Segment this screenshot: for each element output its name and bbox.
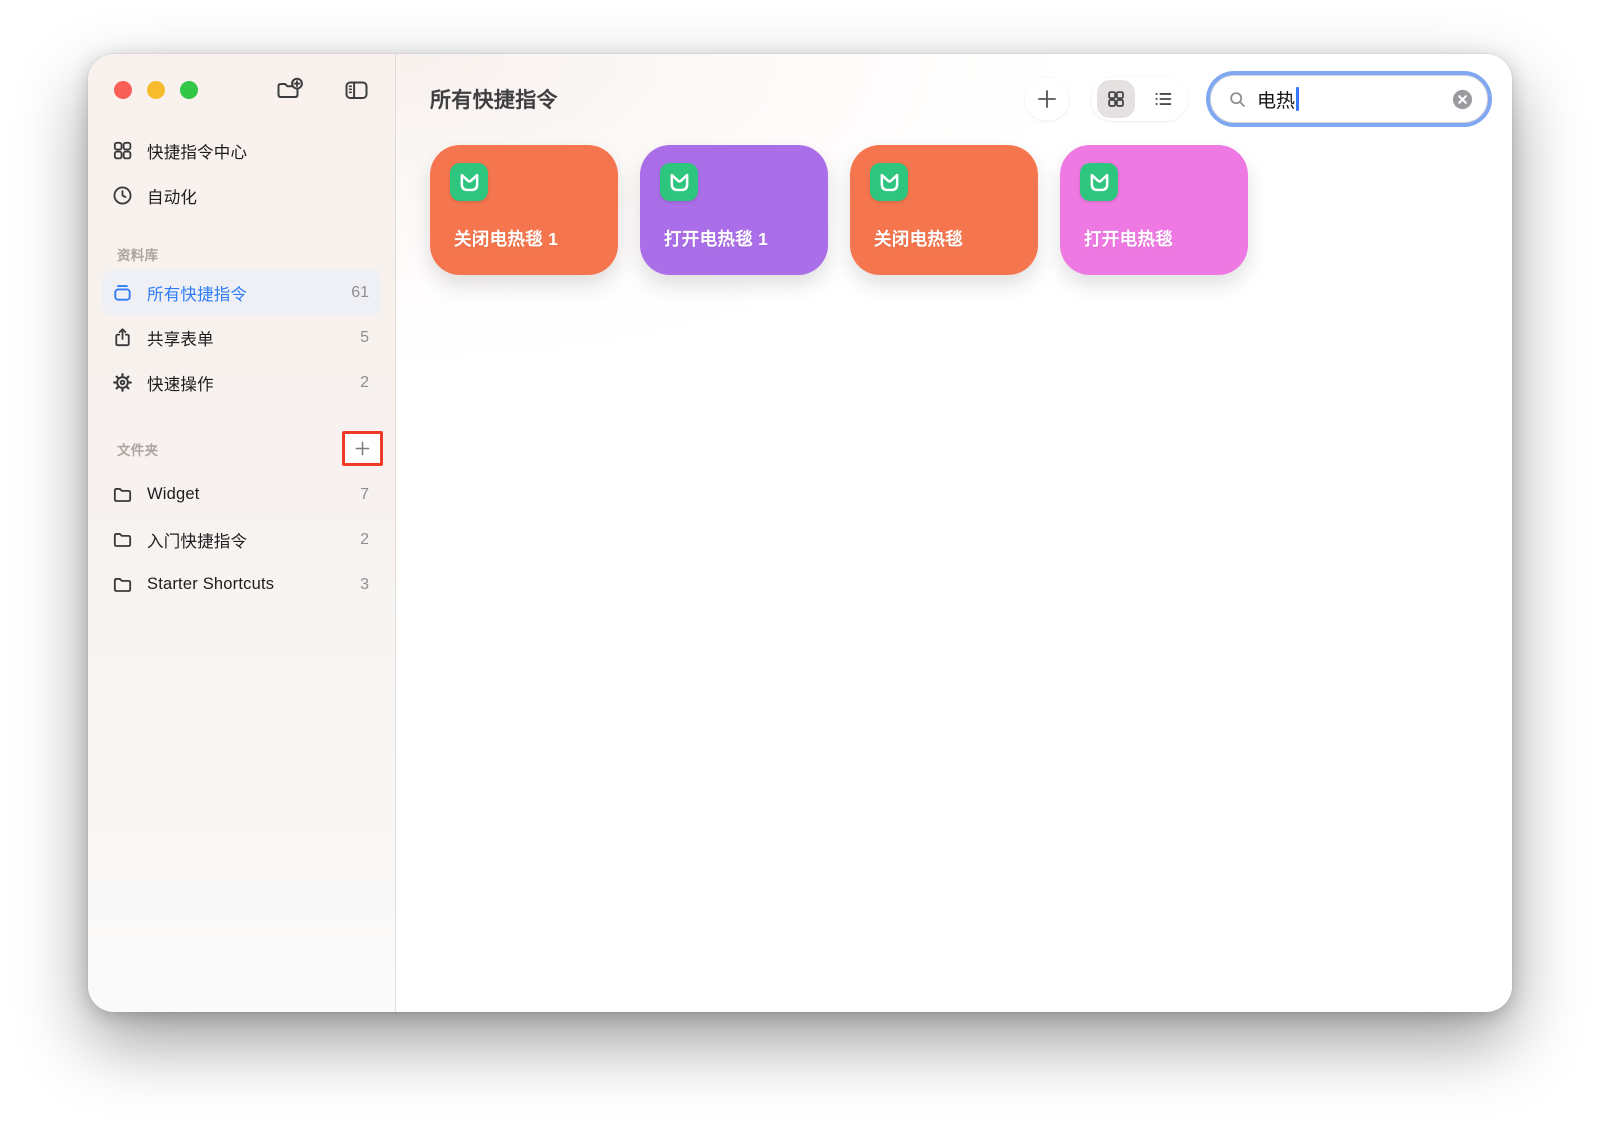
sidebar-nav: 快捷指令中心 自动化 资料库	[88, 126, 395, 607]
sidebar-item-label: 自动化	[147, 184, 369, 208]
mijia-icon	[876, 169, 903, 196]
section-header-library: 资料库	[88, 244, 395, 270]
list-view-button[interactable]	[1144, 80, 1182, 118]
plus-icon	[1034, 86, 1060, 112]
sidebar-item-label: 入门快捷指令	[147, 528, 360, 552]
grid-view-button[interactable]	[1097, 80, 1135, 118]
plus-icon	[352, 438, 373, 459]
sidebar: 快捷指令中心 自动化 资料库	[88, 54, 396, 1012]
traffic-lights	[114, 81, 198, 99]
shortcut-name: 打开电热毯 1	[664, 226, 768, 251]
close-window-button[interactable]	[114, 81, 132, 99]
sidebar-item-count: 2	[360, 374, 369, 392]
sidebar-titlebar	[88, 54, 395, 126]
sidebar-item-count: 7	[360, 486, 369, 504]
sidebar-item-label: 所有快捷指令	[147, 281, 351, 305]
folder-icon	[107, 573, 137, 596]
search-input[interactable]: 电热	[1210, 75, 1488, 123]
shortcuts-center-icon	[107, 139, 137, 162]
zoom-window-button[interactable]	[180, 81, 198, 99]
sidebar-item-count: 3	[360, 576, 369, 594]
section-title: 文件夹	[117, 439, 158, 459]
sidebar-item-label: Starter Shortcuts	[147, 575, 360, 594]
quick-actions-icon	[107, 371, 137, 394]
main-content: 所有快捷指令	[396, 54, 1512, 1012]
sidebar-item-folder-starter[interactable]: Starter Shortcuts 3	[102, 562, 381, 607]
main-header: 所有快捷指令	[396, 54, 1512, 126]
mijia-icon	[1086, 169, 1113, 196]
mijia-app-icon	[870, 163, 908, 201]
new-folder-icon	[275, 77, 305, 103]
clear-icon	[1451, 88, 1474, 111]
sidebar-item-folder-starter-cn[interactable]: 入门快捷指令 2	[102, 517, 381, 562]
clear-search-button[interactable]	[1451, 88, 1474, 111]
sidebar-item-count: 61	[351, 284, 369, 302]
view-mode-segmented-control	[1091, 77, 1188, 121]
toggle-sidebar-button[interactable]	[339, 75, 373, 105]
sidebar-item-label: 快捷指令中心	[147, 139, 369, 163]
mijia-app-icon	[1080, 163, 1118, 201]
sidebar-item-label: 共享表单	[147, 326, 360, 350]
folder-icon	[107, 483, 137, 506]
search-icon	[1227, 89, 1248, 110]
mijia-icon	[666, 169, 693, 196]
section-title: 资料库	[117, 244, 158, 264]
sidebar-item-automation[interactable]: 自动化	[102, 173, 381, 218]
sidebar-item-share-sheet[interactable]: 共享表单 5	[102, 315, 381, 360]
search-query-text: 电热	[1257, 86, 1295, 113]
shortcut-name: 关闭电热毯 1	[454, 226, 558, 251]
sidebar-item-folder-widget[interactable]: Widget 7	[102, 472, 381, 517]
sidebar-item-shortcuts-center[interactable]: 快捷指令中心	[102, 128, 381, 173]
automation-icon	[107, 184, 137, 207]
grid-view-icon	[1105, 88, 1127, 110]
shortcut-card[interactable]: 关闭电热毯	[850, 145, 1038, 275]
new-shortcut-button[interactable]	[1025, 77, 1069, 121]
all-shortcuts-icon	[107, 281, 137, 304]
text-cursor	[1296, 87, 1299, 111]
shortcut-name: 打开电热毯	[1084, 226, 1173, 251]
list-view-icon	[1152, 88, 1174, 110]
new-folder-button[interactable]	[273, 75, 307, 105]
mijia-app-icon	[660, 163, 698, 201]
sidebar-item-label: 快速操作	[147, 371, 360, 395]
shortcut-card[interactable]: 打开电热毯 1	[640, 145, 828, 275]
page-title: 所有快捷指令	[430, 84, 558, 114]
shortcut-card[interactable]: 关闭电热毯 1	[430, 145, 618, 275]
share-sheet-icon	[107, 326, 137, 349]
sidebar-item-count: 2	[360, 531, 369, 549]
sidebar-item-quick-actions[interactable]: 快速操作 2	[102, 360, 381, 405]
folder-icon	[107, 528, 137, 551]
shortcut-name: 关闭电热毯	[874, 226, 963, 251]
sidebar-item-all-shortcuts[interactable]: 所有快捷指令 61	[102, 270, 381, 315]
sidebar-toggle-icon	[343, 78, 370, 102]
mijia-icon	[456, 169, 483, 196]
shortcuts-app-window: 快捷指令中心 自动化 资料库	[88, 54, 1512, 1012]
shortcuts-grid: 关闭电热毯 1 打开电热毯 1	[396, 126, 1512, 275]
minimize-window-button[interactable]	[147, 81, 165, 99]
add-folder-button[interactable]	[342, 431, 383, 466]
sidebar-item-label: Widget	[147, 485, 360, 504]
shortcut-card[interactable]: 打开电热毯	[1060, 145, 1248, 275]
sidebar-item-count: 5	[360, 329, 369, 347]
mijia-app-icon	[450, 163, 488, 201]
section-header-folders: 文件夹	[88, 431, 395, 472]
